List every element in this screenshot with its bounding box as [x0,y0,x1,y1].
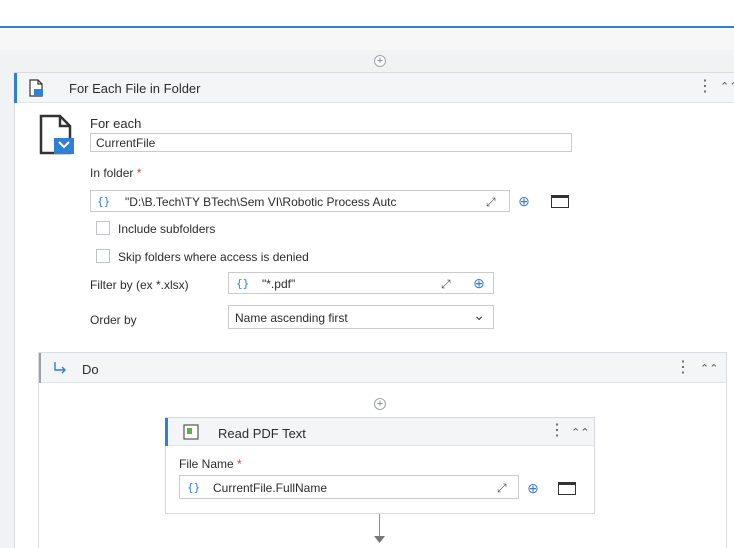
file-name-input[interactable]: {} CurrentFile.FullName [179,475,519,499]
filter-braces-icon: {} [236,277,250,290]
connector-arrow-icon [374,536,385,543]
order-by-select[interactable]: Name ascending first ⌄ [228,305,494,329]
read-pdf-more-icon[interactable]: ⋮ [549,423,565,439]
add-activity-do-icon[interactable]: + [374,398,386,410]
do-block-header[interactable] [39,353,726,383]
do-arrow-icon [54,362,66,374]
read-pdf-title: Read PDF Text [218,426,306,441]
file-name-required-marker: * [237,457,242,471]
in-folder-label: In folder * [90,166,141,180]
do-block-accent [39,353,41,383]
include-subfolders-label: Include subfolders [118,222,216,236]
file-name-plus-icon[interactable]: ⊕ [524,479,542,497]
filter-by-value: "*.pdf" [262,277,296,291]
do-block-title: Do [82,362,99,377]
in-folder-plus-icon[interactable]: ⊕ [515,192,533,210]
order-by-label: Order by [90,313,137,327]
chevron-down-icon: ⌄ [473,307,485,323]
file-name-label: File Name * [179,457,242,471]
do-block-collapse-icon[interactable]: ⌃⌃ [700,362,718,375]
file-name-braces-icon: {} [187,481,201,494]
read-pdf-accent-bar [165,418,168,446]
selection-accent-bar [14,73,17,103]
filter-expand-icon[interactable]: ⤢ [441,277,451,292]
for-each-collapse-icon[interactable]: ⌃⌃ [720,80,734,93]
read-pdf-collapse-icon[interactable]: ⌃⌃ [571,426,589,439]
for-each-more-icon[interactable]: ⋮ [697,79,713,95]
for-each-file-title: For Each File in Folder [69,81,201,96]
file-name-value: CurrentFile.FullName [213,481,328,495]
file-name-browse-icon[interactable] [558,482,576,495]
canvas-header-area [0,28,734,50]
do-block-more-icon[interactable]: ⋮ [675,360,691,376]
skip-folders-checkbox[interactable] [96,249,110,263]
file-name-label-text: File Name [179,457,234,471]
for-each-variable-input[interactable]: CurrentFile [90,133,572,152]
for-each-variable-value: CurrentFile [96,136,156,150]
filter-plus-icon[interactable]: ⊕ [470,274,488,292]
pdf-file-icon [183,424,199,440]
filter-by-label: Filter by (ex *.xlsx) [90,278,189,292]
include-subfolders-checkbox[interactable] [96,221,110,235]
expand-editor-icon[interactable]: ⤢ [486,195,496,210]
file-name-expand-icon[interactable]: ⤢ [497,481,507,496]
for-each-file-large-icon [39,114,74,155]
file-folder-activity-icon [29,79,43,97]
order-by-value: Name ascending first [235,311,348,325]
in-folder-label-text: In folder [90,166,134,180]
browse-folder-icon[interactable] [551,195,569,208]
add-activity-top-icon[interactable]: + [374,55,386,67]
for-each-label: For each [90,116,142,131]
filter-by-input[interactable]: {} "*.pdf" [228,272,494,294]
in-folder-value: "D:\B.Tech\TY BTech\Sem VI\Robotic Proce… [125,195,397,209]
designer-top-bar [0,0,734,28]
skip-folders-label: Skip folders where access is denied [118,250,309,264]
required-marker: * [136,166,142,180]
expression-braces-icon: {} [97,195,111,208]
in-folder-input[interactable]: {} "D:\B.Tech\TY BTech\Sem VI\Robotic Pr… [90,190,510,212]
